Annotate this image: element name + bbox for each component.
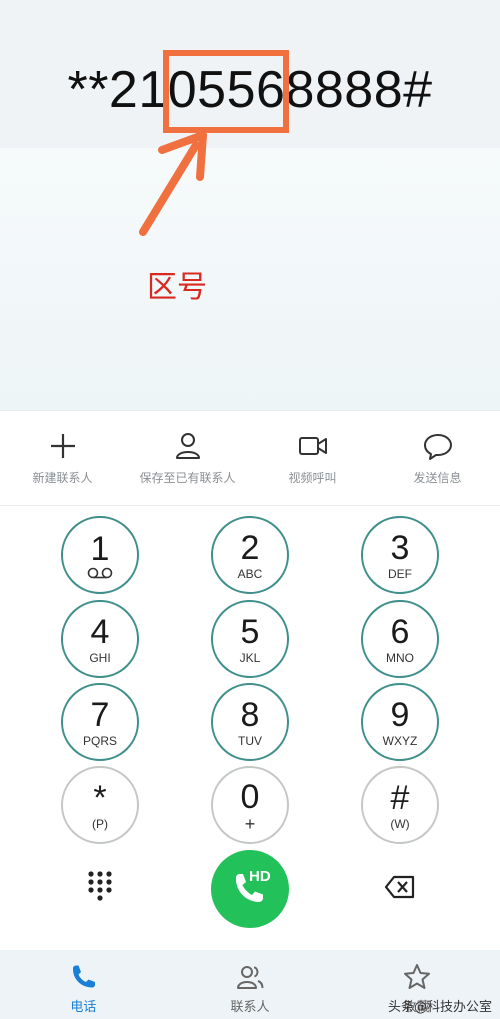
key-letters: ABC [237,566,263,581]
key-digit: 9 [390,695,410,734]
video-call-button[interactable]: 视频呼叫 [250,411,375,505]
key-letters: MNO [386,650,414,665]
key-hash[interactable]: # (W) [361,766,439,844]
contacts-icon [237,966,264,989]
dial-keypad: 1 2 ABC 3 DEF 4 GHI 5 JKL 6 MNO 7 PQRS 8… [0,506,500,850]
key-digit: 8 [240,695,260,734]
key-digit: 5 [240,612,260,651]
key-letters: WXYZ [382,733,418,748]
key-digit: 0 [240,777,260,816]
send-message-button[interactable]: 发送信息 [375,411,500,505]
key-digit: 4 [90,612,110,651]
dialpad-grid-icon[interactable] [86,870,114,902]
call-hd-label: HD [249,868,271,885]
annotation-label: 区号 [147,270,207,305]
key-letters: JKL [239,650,261,665]
save-to-existing-contact-label: 保存至已有联系人 [139,471,236,485]
key-4[interactable]: 4 GHI [61,600,139,678]
voicemail-icon [87,567,113,579]
person-icon [175,433,200,459]
key-9[interactable]: 9 WXYZ [361,683,439,761]
key-letters: DEF [388,566,412,581]
key-digit: 6 [390,612,410,651]
key-5[interactable]: 5 JKL [211,600,289,678]
save-to-existing-contact-button[interactable]: 保存至已有联系人 [125,411,250,505]
number-actions-bar: 新建联系人 保存至已有联系人 视频呼叫 发送信息 [0,410,500,506]
plus-icon [50,434,75,458]
key-2[interactable]: 2 ABC [211,516,289,594]
tab-contacts[interactable]: 联系人 [167,950,334,1019]
key-3[interactable]: 3 DEF [361,516,439,594]
send-message-label: 发送信息 [413,471,462,485]
call-button[interactable]: HD [211,850,289,928]
key-letters: + [244,813,256,834]
tab-contacts-label: 联系人 [230,1000,270,1015]
key-1[interactable]: 1 [61,516,139,594]
key-0[interactable]: 0 + [211,766,289,844]
annotation-arrow-icon [139,131,207,236]
star-icon [403,964,430,989]
watermark: 头条@科技办公室 [387,1000,492,1015]
key-letters: TUV [238,733,262,748]
message-bubble-icon [423,434,452,460]
key-7[interactable]: 7 PQRS [61,683,139,761]
key-digit: * [93,778,107,817]
key-8[interactable]: 8 TUV [211,683,289,761]
video-call-label: 视频呼叫 [288,471,337,485]
key-digit: 2 [240,528,260,567]
key-digit: # [390,778,410,817]
key-6[interactable]: 6 MNO [361,600,439,678]
new-contact-button[interactable]: 新建联系人 [0,411,125,505]
call-controls: HD [0,850,500,950]
key-letters: (W) [390,816,410,831]
new-contact-label: 新建联系人 [32,471,93,485]
key-letters: PQRS [82,733,117,748]
key-letters: (P) [92,816,108,831]
tab-phone[interactable]: 电话 [0,950,167,1019]
video-camera-icon [298,437,327,455]
phone-icon [73,965,96,988]
tab-phone-label: 电话 [70,1000,97,1015]
backspace-icon[interactable] [384,874,416,900]
key-digit: 7 [90,695,110,734]
key-letters: GHI [89,650,111,665]
key-star[interactable]: * (P) [61,766,139,844]
key-digit: 1 [90,530,110,568]
key-digit: 3 [390,528,410,567]
